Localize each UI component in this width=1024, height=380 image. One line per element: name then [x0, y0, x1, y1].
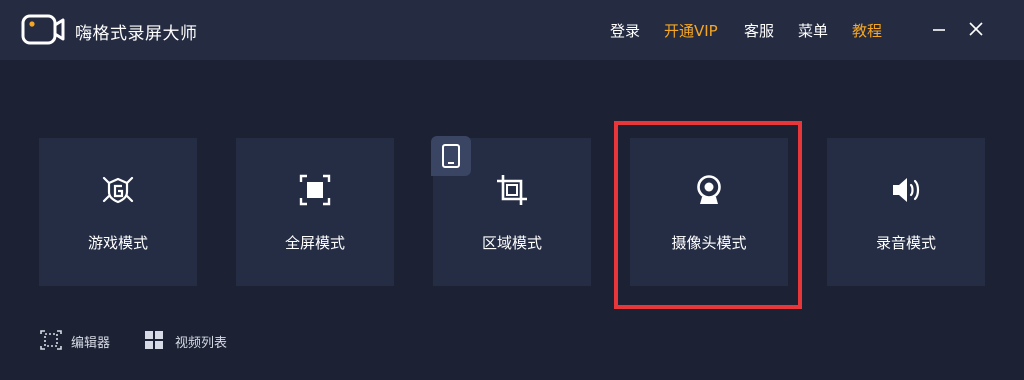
- editor-label: 编辑器: [71, 336, 111, 351]
- tablet-badge: [431, 136, 471, 176]
- fullscreen-mode-card[interactable]: 全屏模式: [236, 138, 394, 286]
- editor-button[interactable]: 编辑器: [40, 330, 130, 351]
- video-list-label: 视频列表: [175, 336, 228, 351]
- webcam-mode-card[interactable]: 摄像头模式: [630, 138, 788, 286]
- tablet-icon: [442, 144, 460, 168]
- title-bar: 嗨格式录屏大师 登录 开通VIP 客服 菜单 教程: [0, 0, 1024, 60]
- webcam-icon: [697, 175, 721, 204]
- service-link[interactable]: 客服: [744, 20, 774, 41]
- mode-label: 摄像头模式: [671, 234, 747, 252]
- speaker-icon: [893, 178, 920, 202]
- crop-area-icon: [497, 175, 527, 205]
- mode-label: 区域模式: [481, 234, 542, 252]
- close-icon[interactable]: [967, 20, 985, 38]
- fullscreen-icon: [299, 174, 331, 206]
- game-mode-card[interactable]: 游戏模式: [39, 138, 197, 286]
- video-list-button[interactable]: 视频列表: [144, 330, 244, 351]
- tutorial-link[interactable]: 教程: [852, 20, 882, 41]
- game-controller-icon: [102, 176, 134, 204]
- mode-label: 游戏模式: [87, 234, 148, 252]
- app-logo-icon: [21, 14, 65, 45]
- vip-link[interactable]: 开通VIP: [664, 20, 718, 41]
- minimize-icon[interactable]: [930, 20, 948, 38]
- mode-label: 全屏模式: [284, 234, 345, 252]
- editor-icon: [40, 330, 62, 350]
- menu-link[interactable]: 菜单: [798, 20, 828, 41]
- audio-mode-card[interactable]: 录音模式: [827, 138, 985, 286]
- mode-label: 录音模式: [875, 234, 936, 252]
- login-link[interactable]: 登录: [610, 20, 640, 41]
- app-title: 嗨格式录屏大师: [75, 24, 198, 44]
- grid-icon: [145, 331, 163, 349]
